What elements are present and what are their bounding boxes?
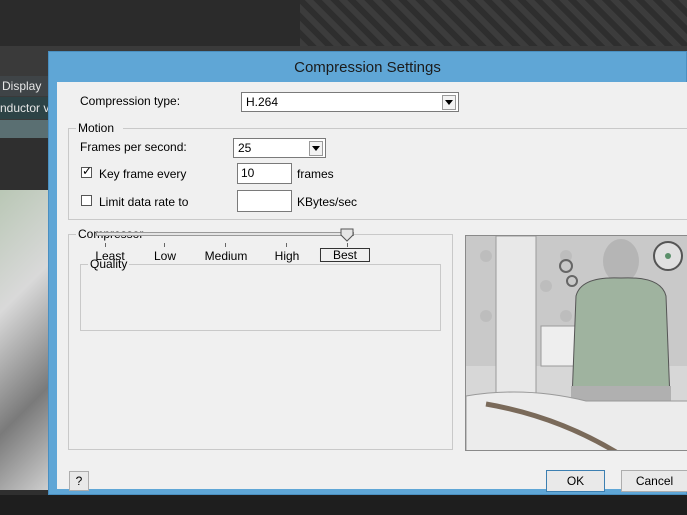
quality-tick <box>286 243 287 247</box>
ok-button[interactable]: OK <box>546 470 605 492</box>
quality-label-high[interactable]: High <box>275 249 300 263</box>
dialog-title[interactable]: Compression Settings <box>49 52 686 82</box>
background-panel-item[interactable]: nductor v <box>0 97 50 119</box>
background-status-bar <box>0 495 687 515</box>
quality-tick <box>105 243 106 247</box>
chevron-down-icon[interactable] <box>442 95 456 110</box>
background-menu-display[interactable]: Display <box>0 76 50 96</box>
quality-group: Quality <box>80 257 441 331</box>
compression-type-value: H.264 <box>246 95 279 109</box>
key-frame-input[interactable]: 10 <box>237 163 292 184</box>
fps-select[interactable]: 25 <box>233 138 326 158</box>
preview-image <box>466 236 687 450</box>
help-button[interactable]: ? <box>69 471 89 491</box>
background-panel-bar <box>0 120 50 138</box>
quality-slider-thumb[interactable] <box>340 228 354 242</box>
key-frame-checkbox[interactable]: ✓ <box>81 164 93 178</box>
background-toolbar <box>0 0 687 46</box>
compression-type-label: Compression type: <box>80 94 181 108</box>
quality-slider-track[interactable] <box>96 232 354 236</box>
check-icon: ✓ <box>82 164 93 178</box>
quality-label-medium[interactable]: Medium <box>205 249 248 263</box>
quality-label-low[interactable]: Low <box>154 249 176 263</box>
quality-tick <box>225 243 226 247</box>
quality-tick <box>347 243 348 247</box>
chevron-down-icon[interactable] <box>309 141 323 156</box>
quality-label-least[interactable]: Least <box>95 249 124 263</box>
fps-value: 25 <box>238 141 252 155</box>
video-preview <box>465 235 687 451</box>
background-canvas <box>0 138 50 515</box>
background-pattern <box>300 0 687 46</box>
limit-rate-label: Limit data rate to <box>99 195 189 209</box>
dialog-client: Compression type: H.264 Motion Frames pe… <box>57 82 687 492</box>
fps-label: Frames per second: <box>80 140 187 154</box>
limit-rate-checkbox[interactable] <box>81 195 92 206</box>
limit-rate-input[interactable] <box>237 190 292 212</box>
limit-rate-unit: KBytes/sec <box>297 195 358 209</box>
quality-tick <box>164 243 165 247</box>
quality-label-best[interactable]: Best <box>319 248 371 262</box>
key-frame-label: Key frame every <box>99 167 187 181</box>
background-artwork <box>0 190 50 490</box>
key-frame-unit: frames <box>297 167 334 181</box>
cancel-button[interactable]: Cancel <box>621 470 687 492</box>
compression-settings-dialog: Compression Settings Compression type: H… <box>48 51 687 495</box>
compression-type-select[interactable]: H.264 <box>241 92 459 112</box>
